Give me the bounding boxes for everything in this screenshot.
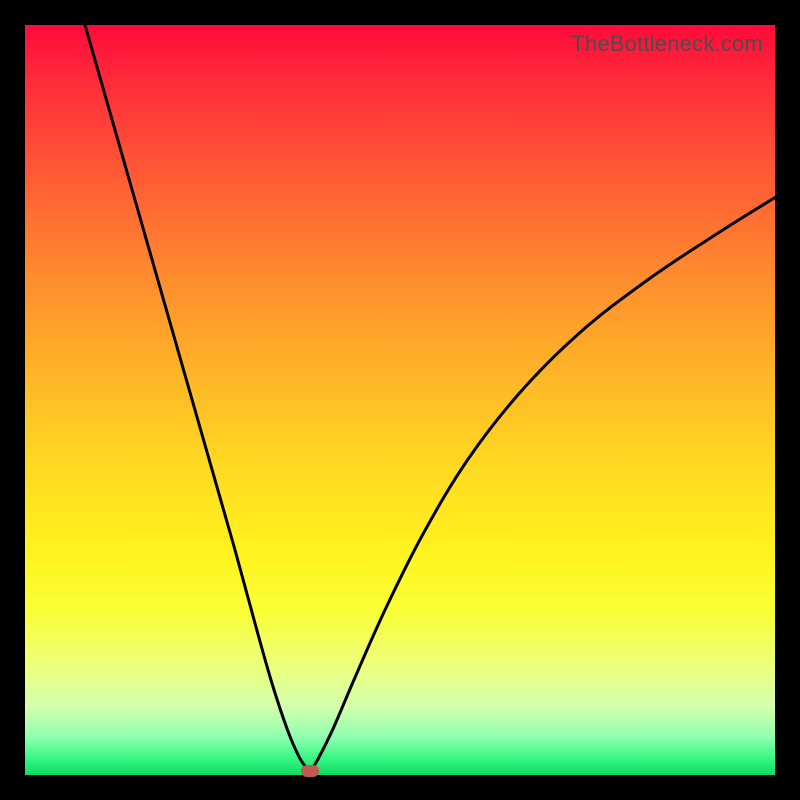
curve-right-branch	[310, 198, 775, 772]
chart-frame: TheBottleneck.com	[0, 0, 800, 800]
min-marker	[301, 765, 319, 777]
plot-area: TheBottleneck.com	[25, 25, 775, 775]
curve-svg	[25, 25, 775, 775]
curve-left-branch	[85, 25, 310, 771]
